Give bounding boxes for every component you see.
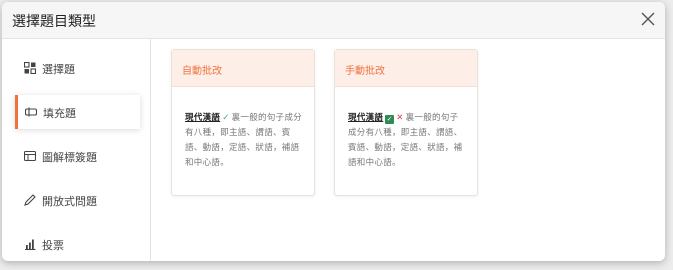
sidebar-item-poll[interactable]: 投票 xyxy=(15,227,137,261)
sidebar-item-label: 填充題 xyxy=(43,107,76,120)
cross-icon: ✕ xyxy=(396,113,404,123)
sidebar-item-label: 圖解標簽題 xyxy=(42,151,97,164)
auto-grading-card[interactable]: 自動批改 現代漢語 ✓ 裏一般的句子成分有八種，即主語、謂語、賓語、動語，定語、狀語… xyxy=(171,49,315,196)
grid-icon xyxy=(24,62,36,74)
dialog-header: 選擇題目類型 xyxy=(2,2,665,39)
card-header: 自動批改 xyxy=(172,50,314,87)
sidebar-item-image-label[interactable]: 圖解標簽題 xyxy=(15,139,137,173)
question-type-dialog: 選擇題目類型 選擇題 填充題 圖解標簽題 開放式問題 投票 自動批改 現代漢語 … xyxy=(2,2,665,261)
card-title: 手動批改 xyxy=(345,66,385,77)
fill-blank-icon xyxy=(25,107,37,117)
sidebar-item-label: 開放式問題 xyxy=(42,195,97,208)
sidebar-item-multiple-choice[interactable]: 選擇題 xyxy=(15,51,137,85)
dialog-title: 選擇題目類型 xyxy=(12,14,96,30)
sidebar-item-label: 投票 xyxy=(42,239,64,252)
bar-chart-icon xyxy=(25,239,36,250)
sidebar-item-fill-blank[interactable]: 填充題 xyxy=(15,95,140,129)
manual-grading-card[interactable]: 手動批改 現代漢語 ✓ ✕ 裏一般的句子成分有八種，即主語、謂語、賓語、動語，定語、狀… xyxy=(334,49,478,196)
card-header: 手動批改 xyxy=(335,50,477,87)
example-keyword: 現代漢語 xyxy=(185,113,221,123)
card-example-text: 現代漢語 ✓ ✕ 裏一般的句子成分有八種，即主語、謂語、賓語、動語，定語、狀語，補語和… xyxy=(348,111,466,171)
card-title: 自動批改 xyxy=(182,66,222,77)
checkbox-checked-icon: ✓ xyxy=(385,115,395,124)
card-example-text: 現代漢語 ✓ 裏一般的句子成分有八種，即主語、謂語、賓語、動語，定語、狀語，補語和中… xyxy=(185,111,303,171)
example-keyword: 現代漢語 xyxy=(348,113,384,123)
pencil-icon xyxy=(24,194,36,206)
close-icon[interactable] xyxy=(640,11,656,27)
image-label-icon xyxy=(24,150,36,162)
sidebar-item-open-ended[interactable]: 開放式問題 xyxy=(15,183,137,217)
sidebar-item-label: 選擇題 xyxy=(42,63,75,76)
question-type-sidebar: 選擇題 填充題 圖解標簽題 開放式問題 投票 xyxy=(2,39,151,261)
check-icon: ✓ xyxy=(222,113,230,123)
